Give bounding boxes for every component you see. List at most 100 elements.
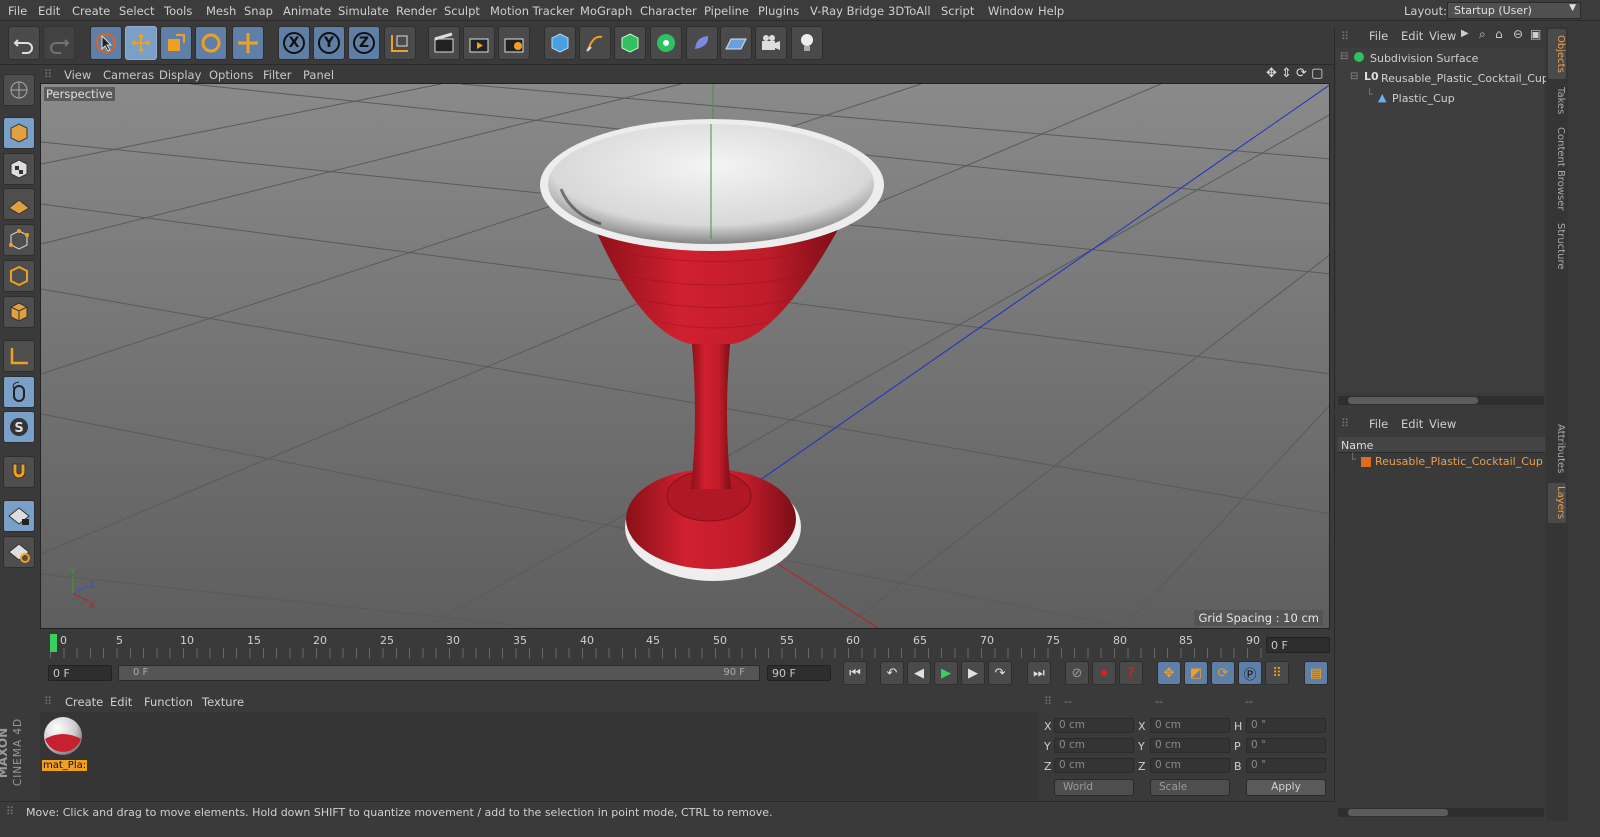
rot-b-field[interactable]: 0 ° [1246, 758, 1326, 773]
edges-mode-button[interactable] [3, 260, 35, 292]
tweak-mode-button[interactable] [3, 376, 35, 408]
menu-select[interactable]: Select [119, 4, 154, 18]
rotate-tool-button[interactable] [195, 26, 227, 60]
layers-menu-edit[interactable]: Edit [1401, 417, 1423, 431]
objects-scrollbar-thumb[interactable] [1348, 397, 1478, 404]
layers-scrollbar[interactable] [1338, 808, 1544, 817]
menu-snap[interactable]: Snap [244, 4, 273, 18]
layers-scrollbar-thumb[interactable] [1348, 809, 1448, 816]
menu-3dtoall[interactable]: 3DToAll [888, 4, 931, 18]
tab-takes[interactable]: Takes [1548, 83, 1566, 119]
maximize-icon[interactable]: ▣ [1530, 27, 1541, 41]
menu-character[interactable]: Character [640, 4, 697, 18]
tree-collapse-icon[interactable]: ⊟ [1340, 51, 1348, 62]
viewport-menu-options[interactable]: Options [209, 68, 253, 82]
menu-pipeline[interactable]: Pipeline [704, 4, 749, 18]
size-x-field[interactable]: 0 cm [1150, 718, 1230, 733]
points-mode-button[interactable] [3, 224, 35, 256]
previous-frame-button[interactable]: ◀ [907, 661, 931, 685]
add-camera-button[interactable] [755, 26, 787, 60]
viewport-menu-filter[interactable]: Filter [263, 68, 291, 82]
objects-scrollbar[interactable] [1338, 396, 1544, 405]
size-z-field[interactable]: 0 cm [1150, 758, 1230, 773]
previous-key-button[interactable]: ↶ [880, 661, 904, 685]
add-deformer-button[interactable] [686, 26, 718, 60]
home-icon[interactable]: ⌂ [1495, 27, 1503, 41]
play-button[interactable]: ▶ [934, 661, 958, 685]
add-spline-pen-button[interactable] [579, 26, 611, 60]
frame-range-slider[interactable]: 0 F 90 F [118, 665, 760, 681]
viewport-menu-cameras[interactable]: Cameras [103, 68, 154, 82]
locked-workplane-button[interactable] [3, 500, 35, 532]
apply-button[interactable]: Apply [1246, 779, 1326, 796]
record-button[interactable]: ⏺ [1092, 661, 1116, 685]
key-pla-button[interactable]: ⠿ [1265, 661, 1289, 685]
size-y-field[interactable]: 0 cm [1150, 738, 1230, 753]
go-to-end-button[interactable]: ⏭ [1027, 661, 1051, 685]
workplane-mode-button[interactable] [3, 188, 35, 220]
next-key-button[interactable]: ↷ [988, 661, 1012, 685]
x-axis-lock-button[interactable]: X [278, 26, 310, 60]
pos-x-field[interactable]: 0 cm [1054, 718, 1134, 733]
size-mode-select[interactable]: Scale [1150, 779, 1230, 796]
render-settings-button[interactable] [498, 26, 530, 60]
scale-tool-button[interactable] [160, 26, 192, 60]
polygons-mode-button[interactable] [3, 296, 35, 328]
render-view-button[interactable] [428, 26, 460, 60]
expand-arrow-icon[interactable]: ▶ [1461, 28, 1469, 39]
start-frame-field[interactable]: 0 F [48, 665, 112, 681]
menu-create[interactable]: Create [72, 4, 110, 18]
objects-menu-edit[interactable]: Edit [1401, 29, 1423, 43]
pos-z-field[interactable]: 0 cm [1054, 758, 1134, 773]
go-to-start-button[interactable]: ⏮ [843, 661, 867, 685]
model-mode-button[interactable] [3, 117, 35, 149]
menu-edit[interactable]: Edit [38, 4, 60, 18]
make-editable-button[interactable] [3, 74, 35, 106]
layout-select[interactable]: Startup (User) ▼ [1447, 2, 1581, 19]
menu-tools[interactable]: Tools [164, 4, 192, 18]
axis-mode-button[interactable] [3, 340, 35, 372]
y-axis-lock-button[interactable]: Y [313, 26, 345, 60]
sync-icon[interactable]: ⊖ [1513, 27, 1523, 41]
add-cloner-button[interactable] [650, 26, 682, 60]
key-scale-button[interactable]: ◩ [1184, 661, 1208, 685]
tab-objects[interactable]: Objects [1548, 29, 1566, 79]
texture-mode-button[interactable] [3, 153, 35, 185]
menu-vray-bridge[interactable]: V-Ray Bridge [810, 4, 884, 18]
viewport-menu-view[interactable]: View [64, 68, 91, 82]
snapping-button[interactable] [3, 456, 35, 488]
key-position-button[interactable]: ✥ [1157, 661, 1181, 685]
add-cube-button[interactable] [544, 26, 576, 60]
redo-button[interactable] [43, 26, 75, 60]
material-swatch[interactable]: mat_Pla: [42, 715, 88, 773]
menu-mesh[interactable]: Mesh [206, 4, 236, 18]
menu-mograph[interactable]: MoGraph [580, 4, 632, 18]
z-axis-lock-button[interactable]: Z [348, 26, 380, 60]
timeline-window-button[interactable]: ▤ [1304, 661, 1328, 685]
rot-p-field[interactable]: 0 ° [1246, 738, 1326, 753]
material-name-label[interactable]: mat_Pla: [42, 760, 88, 771]
undo-button[interactable] [8, 26, 40, 60]
key-rotation-button[interactable]: ⟳ [1211, 661, 1235, 685]
menu-simulate[interactable]: Simulate [338, 4, 389, 18]
transform-tool-button[interactable] [232, 26, 264, 60]
material-menu-create[interactable]: Create [65, 695, 103, 709]
layer-row[interactable]: └ Reusable_Plastic_Cocktail_Cup [1337, 453, 1545, 471]
menu-script[interactable]: Script [941, 4, 974, 18]
timeline-playhead[interactable] [50, 634, 57, 652]
menu-motion-tracker[interactable]: Motion Tracker [490, 4, 574, 18]
timeline-ruler[interactable] [40, 632, 1330, 660]
coordinate-system-button[interactable] [384, 26, 416, 60]
render-picture-viewer-button[interactable] [463, 26, 495, 60]
key-parameter-button[interactable]: Ⓟ [1238, 661, 1262, 685]
camera-label[interactable]: Perspective [44, 87, 115, 101]
solo-mode-button[interactable]: S [3, 411, 35, 443]
menu-animate[interactable]: Animate [283, 4, 331, 18]
add-floor-button[interactable] [720, 26, 752, 60]
viewport-menu-display[interactable]: Display [159, 68, 201, 82]
material-menu-function[interactable]: Function [144, 695, 193, 709]
layer-color-swatch[interactable] [1361, 457, 1371, 467]
material-menu-edit[interactable]: Edit [110, 695, 132, 709]
search-icon[interactable]: ⌕ [1479, 27, 1486, 42]
menu-file[interactable]: File [8, 4, 27, 18]
